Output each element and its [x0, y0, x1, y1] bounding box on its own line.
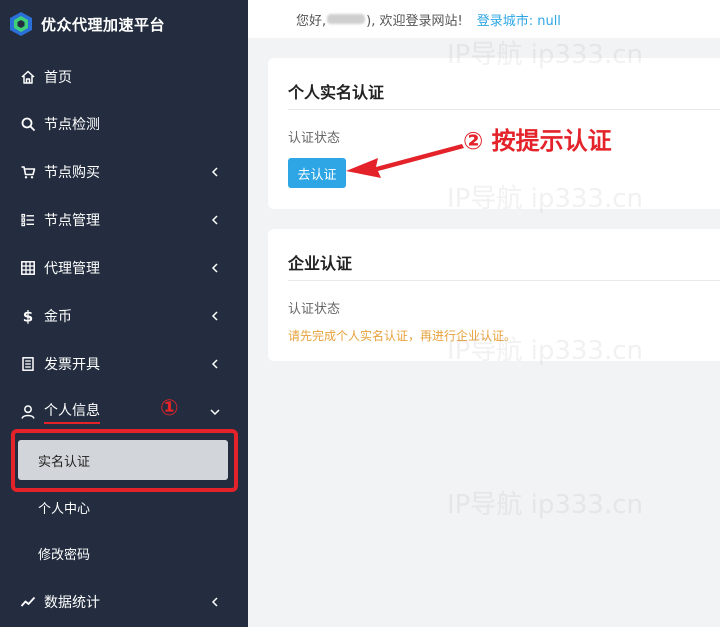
login-city[interactable]: 登录城市: null — [477, 10, 561, 29]
sidebar-subitem-personal-center[interactable]: 个人中心 — [18, 487, 228, 527]
sidebar-item-invoice[interactable]: 发票开具 — [0, 344, 248, 384]
sidebar: 优众代理加速平台 首页 节点检测 节点购买 节点管理 代理管理 $ 金币 发票开… — [0, 0, 248, 627]
svg-text:$: $ — [23, 308, 33, 324]
brand[interactable]: 优众代理加速平台 — [0, 0, 248, 48]
dollar-icon: $ — [20, 308, 36, 324]
sidebar-item-label: 金币 — [44, 309, 72, 325]
annotation-step-2: ② 按提示认证 — [463, 127, 612, 155]
chevron-left-icon — [208, 164, 222, 178]
sidebar-item-label: 数据统计 — [44, 595, 100, 611]
sidebar-item-label: 首页 — [44, 70, 72, 86]
chevron-down-icon — [208, 404, 222, 418]
annotation-step-1: ① — [160, 396, 179, 421]
sidebar-item-label: 节点购买 — [44, 165, 100, 181]
sidebar-item-label: 节点管理 — [44, 213, 100, 229]
sidebar-item-label: 发票开具 — [44, 357, 100, 373]
chevron-left-icon — [208, 260, 222, 274]
company-auth-notice: 请先完成个人实名认证，再进行企业认证。 — [288, 329, 517, 343]
annotation-highlight-box — [11, 429, 238, 492]
brand-title: 优众代理加速平台 — [41, 15, 166, 34]
blurred-username — [327, 14, 366, 24]
go-verify-button[interactable]: 去认证 — [288, 158, 346, 188]
sidebar-item-label: 个人信息 — [44, 400, 100, 424]
chevron-left-icon — [208, 356, 222, 370]
card-divider — [288, 280, 720, 281]
greeting-suffix: ), 欢迎登录网站! — [366, 13, 463, 29]
sidebar-item-node-check[interactable]: 节点检测 — [0, 104, 248, 144]
card-title: 个人实名认证 — [288, 83, 385, 102]
cart-icon — [20, 164, 36, 180]
company-auth-card: 企业认证 认证状态 请先完成个人实名认证，再进行企业认证。 — [268, 229, 720, 361]
list-icon — [20, 212, 36, 228]
sidebar-subitem-change-password[interactable]: 修改密码 — [18, 533, 228, 573]
sidebar-item-statistics[interactable]: 数据统计 — [0, 582, 248, 622]
logo-icon — [10, 12, 32, 36]
grid-icon — [20, 260, 36, 276]
card-divider — [288, 109, 720, 110]
sidebar-item-label: 节点检测 — [44, 117, 100, 133]
sidebar-item-node-buy[interactable]: 节点购买 — [0, 152, 248, 192]
card-title: 企业认证 — [288, 254, 353, 273]
sidebar-item-node-manage[interactable]: 节点管理 — [0, 200, 248, 240]
chevron-left-icon — [208, 212, 222, 226]
status-label: 认证状态 — [288, 302, 341, 317]
watermark: IP导航 ip333.cn — [447, 490, 644, 520]
user-icon — [20, 404, 36, 420]
sidebar-item-label: 代理管理 — [44, 261, 100, 277]
search-icon — [20, 116, 36, 132]
sidebar-item-coins[interactable]: $ 金币 — [0, 296, 248, 336]
sidebar-item-personal-info[interactable]: 个人信息 — [0, 392, 248, 432]
sidebar-item-home[interactable]: 首页 — [0, 57, 248, 97]
annotation-arrow-icon — [346, 144, 464, 178]
sidebar-item-proxy-manage[interactable]: 代理管理 — [0, 248, 248, 288]
top-bar: 您好, ), 欢迎登录网站! 登录城市: null — [248, 0, 720, 38]
home-icon — [20, 69, 36, 85]
chevron-left-icon — [208, 594, 222, 608]
chevron-left-icon — [208, 308, 222, 322]
invoice-icon — [20, 356, 36, 372]
status-label: 认证状态 — [288, 131, 341, 146]
greeting-prefix: 您好, — [296, 13, 327, 29]
chart-icon — [20, 594, 36, 610]
